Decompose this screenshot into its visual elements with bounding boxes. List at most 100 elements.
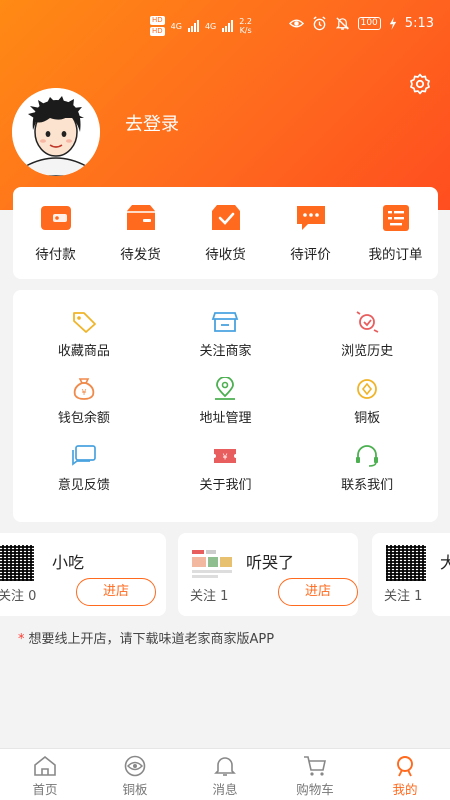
- bottom-tab-bar: 首页 铜板 消息 购物车 我的: [0, 748, 450, 800]
- battery-indicator: 100: [357, 17, 381, 30]
- wallet-icon: [40, 206, 71, 230]
- signal-icon-2: [222, 20, 234, 32]
- service-address[interactable]: 地址管理: [155, 377, 297, 426]
- signal-icon: [187, 20, 199, 32]
- service-coins[interactable]: 铜板: [296, 377, 438, 426]
- services-grid: 收藏商品 关注商家 浏览历史 ¥ 钱包余额 地址管理 铜板 意见反馈 ¥ 关于我…: [13, 310, 438, 493]
- network-indicators: HD HD 4G 4G 2.2 K/s: [150, 16, 252, 36]
- money-bag-icon: ¥: [73, 378, 95, 400]
- service-label: 地址管理: [199, 411, 252, 426]
- shop-card[interactable]: 大 关注 1 进店: [372, 533, 450, 616]
- shop-thumbnail: [190, 547, 234, 581]
- enter-shop-button[interactable]: 进店: [76, 578, 156, 606]
- service-followed-stores[interactable]: 关注商家: [155, 310, 297, 359]
- network-speed-unit: K/s: [239, 26, 252, 35]
- shop-qr-code: [386, 545, 426, 581]
- tab-coins[interactable]: 铜板: [90, 749, 180, 800]
- order-label: 待评价: [290, 247, 331, 263]
- ticket-icon: ¥: [214, 449, 237, 463]
- service-about[interactable]: ¥ 关于我们: [155, 444, 297, 493]
- order-pending-receipt[interactable]: 待收货: [186, 203, 266, 263]
- user-icon: [397, 756, 413, 777]
- cart-icon: [304, 756, 326, 776]
- order-label: 待发货: [120, 247, 161, 263]
- merchant-notice: * 想要线上开店，请下载味道老家商家版APP: [18, 628, 274, 647]
- shop-follow-count: 关注 0: [0, 589, 37, 604]
- home-icon: [34, 755, 56, 776]
- order-label: 我的订单: [368, 247, 423, 263]
- tab-label: 首页: [32, 782, 58, 797]
- svg-text:¥: ¥: [223, 453, 228, 462]
- tab-messages[interactable]: 消息: [180, 749, 270, 800]
- eye-coin-icon: [124, 755, 146, 777]
- tab-label: 铜板: [122, 782, 148, 797]
- alarm-icon: [313, 16, 326, 31]
- shop-card[interactable]: 听哭了 关注 1 进店: [178, 533, 358, 616]
- location-icon: [215, 377, 236, 400]
- notice-text: 想要线上开店，请下载味道老家商家版APP: [28, 632, 275, 647]
- service-feedback[interactable]: 意见反馈: [13, 444, 155, 493]
- service-label: 关于我们: [199, 478, 252, 493]
- shop-follow-count: 关注 1: [190, 589, 229, 604]
- feedback-icon: [71, 445, 96, 466]
- order-label: 待付款: [35, 247, 76, 263]
- gear-icon[interactable]: [408, 72, 432, 96]
- service-label: 铜板: [354, 411, 381, 426]
- shop-card[interactable]: 小吃 关注 0 进店: [0, 533, 166, 616]
- shop-name: 听哭了: [246, 553, 295, 572]
- shop-follow-count: 关注 1: [384, 589, 423, 604]
- order-all[interactable]: 我的订单: [356, 203, 436, 263]
- login-link[interactable]: 去登录: [125, 110, 179, 136]
- network-speed-value: 2.2: [239, 17, 252, 26]
- tag-icon: [72, 312, 96, 333]
- cartoon-boy-avatar-icon: [12, 88, 100, 176]
- hd-badge-2: HD: [150, 27, 165, 36]
- eye-icon: [288, 19, 304, 28]
- order-pending-payment[interactable]: 待付款: [16, 203, 96, 263]
- shop-name: 小吃: [52, 553, 85, 572]
- store-icon: [212, 312, 239, 332]
- order-pending-shipment[interactable]: 待发货: [101, 203, 181, 263]
- service-label: 浏览历史: [341, 344, 394, 359]
- tab-label: 购物车: [296, 782, 334, 797]
- service-label: 关注商家: [199, 344, 252, 359]
- svg-text:¥: ¥: [81, 388, 86, 397]
- service-favorites[interactable]: 收藏商品: [13, 310, 155, 359]
- tab-label: 我的: [392, 782, 418, 797]
- service-label: 联系我们: [341, 478, 394, 493]
- hd-badge-1: HD: [150, 16, 165, 25]
- shop-name: 大: [440, 553, 450, 572]
- avatar[interactable]: [12, 88, 100, 176]
- bell-icon: [214, 757, 236, 776]
- services-card: 收藏商品 关注商家 浏览历史 ¥ 钱包余额 地址管理 铜板 意见反馈 ¥ 关于我…: [13, 290, 438, 522]
- order-pending-review[interactable]: 待评价: [271, 203, 351, 263]
- shop-carousel[interactable]: 小吃 关注 0 进店 听哭了 关注 1 进店 大 关注 1 进店: [0, 533, 450, 616]
- service-history[interactable]: 浏览历史: [296, 310, 438, 359]
- service-wallet[interactable]: ¥ 钱包余额: [13, 377, 155, 426]
- tab-home[interactable]: 首页: [0, 749, 90, 800]
- clock: 5:13: [404, 16, 434, 31]
- order-list-icon: [382, 205, 409, 231]
- comment-icon: [296, 206, 325, 230]
- orders-card: 待付款 待发货 待收货 待评价 我的订单: [13, 187, 438, 279]
- network-type-2: 4G: [204, 21, 217, 31]
- charging-icon: [389, 17, 396, 30]
- notice-star: *: [18, 632, 25, 647]
- order-label: 待收货: [205, 247, 246, 263]
- history-icon: [356, 311, 379, 333]
- network-speed: 2.2 K/s: [239, 17, 252, 35]
- network-type-1: 4G: [170, 21, 182, 31]
- tab-mine[interactable]: 我的: [360, 749, 450, 800]
- service-label: 收藏商品: [57, 344, 110, 359]
- enter-shop-button[interactable]: 进店: [278, 578, 358, 606]
- shop-qr-code: [0, 545, 34, 581]
- headset-icon: [356, 445, 379, 467]
- system-indicators: 100 5:13: [288, 16, 434, 31]
- received-icon: [211, 205, 240, 230]
- tab-cart[interactable]: 购物车: [270, 749, 360, 800]
- service-label: 钱包余额: [57, 411, 110, 426]
- service-contact[interactable]: 联系我们: [296, 444, 438, 493]
- status-bar: HD HD 4G 4G 2.2 K/s 100 5:13: [0, 0, 450, 52]
- tab-label: 消息: [212, 782, 238, 797]
- hd-badges: HD HD: [150, 16, 165, 36]
